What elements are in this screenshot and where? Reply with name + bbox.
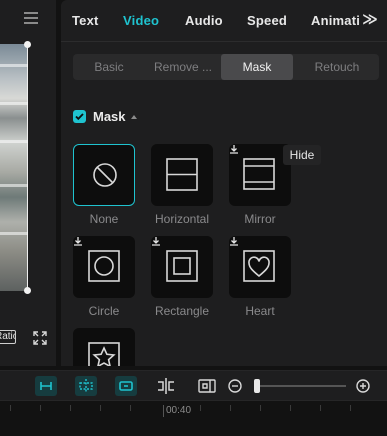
subtab-retouch[interactable]: Retouch	[295, 54, 379, 80]
more-tabs-icon[interactable]: ≫	[359, 12, 381, 30]
timeline-time-label: 00:40	[166, 405, 192, 416]
none-circle-slash-icon	[93, 163, 117, 187]
mask-tile-rectangle[interactable]	[151, 236, 213, 298]
download-icon	[74, 237, 82, 246]
mask-label-heart: Heart	[245, 304, 275, 318]
mask-tile-mirror[interactable]	[229, 144, 291, 206]
mask-tile-star[interactable]	[73, 328, 135, 366]
zoom-slider-handle[interactable]	[254, 379, 260, 393]
mask-label-rectangle: Rectangle	[154, 304, 210, 318]
mask-section-title: Mask	[93, 109, 126, 124]
preview-axis-icon[interactable]	[196, 376, 218, 396]
tab-audio[interactable]: Audio	[185, 13, 223, 28]
video-preview-frame[interactable]	[0, 41, 31, 294]
horizontal-split-icon	[166, 158, 198, 191]
download-icon	[230, 145, 238, 154]
zoom-slider-track[interactable]	[254, 385, 346, 387]
link-clips-icon[interactable]	[35, 376, 57, 396]
auto-snap-icon[interactable]	[115, 376, 137, 396]
preview-panel: Ratio	[0, 0, 56, 366]
mask-enable-checkbox[interactable]	[73, 110, 86, 123]
ratio-button[interactable]: Ratio	[0, 330, 16, 344]
mask-label-circle: Circle	[88, 304, 120, 318]
collapse-caret-icon[interactable]	[131, 115, 137, 119]
zoom-out-icon[interactable]	[225, 376, 247, 396]
mask-label-none: None	[89, 212, 119, 226]
subtab-basic[interactable]: Basic	[73, 54, 145, 80]
tab-text[interactable]: Text	[72, 13, 99, 28]
resize-handle-bottom[interactable]	[24, 287, 31, 294]
fullscreen-icon[interactable]	[33, 331, 47, 345]
mask-tile-horizontal[interactable]	[151, 144, 213, 206]
star-mask-icon	[88, 342, 120, 366]
split-icon[interactable]	[155, 376, 177, 396]
zoom-in-icon[interactable]	[353, 376, 375, 396]
hide-tooltip[interactable]: Hide	[283, 145, 321, 165]
resize-handle-top[interactable]	[24, 41, 31, 48]
mask-label-horizontal: Horizontal	[154, 212, 210, 226]
subtab-mask[interactable]: Mask	[221, 54, 293, 80]
tab-bar: Text Video Audio Speed Animation ≫	[61, 0, 387, 42]
mask-tile-circle[interactable]	[73, 236, 135, 298]
mask-tile-none[interactable]	[73, 144, 135, 206]
menu-icon[interactable]	[24, 12, 38, 24]
download-icon	[152, 237, 160, 246]
timeline-toolbar	[0, 370, 387, 400]
tab-speed[interactable]: Speed	[247, 13, 287, 28]
magnet-snap-icon[interactable]	[75, 376, 97, 396]
mask-tile-heart[interactable]	[229, 236, 291, 298]
mask-label-mirror: Mirror	[244, 212, 276, 226]
timeline-ruler[interactable]: 00:40	[0, 400, 387, 436]
video-subtab-segment: Basic Remove ... Mask Retouch	[73, 54, 379, 80]
subtab-remove[interactable]: Remove ...	[147, 54, 219, 80]
tab-video[interactable]: Video	[123, 13, 159, 28]
properties-panel: Text Video Audio Speed Animation ≫ Basic…	[61, 0, 387, 366]
download-icon	[230, 237, 238, 246]
